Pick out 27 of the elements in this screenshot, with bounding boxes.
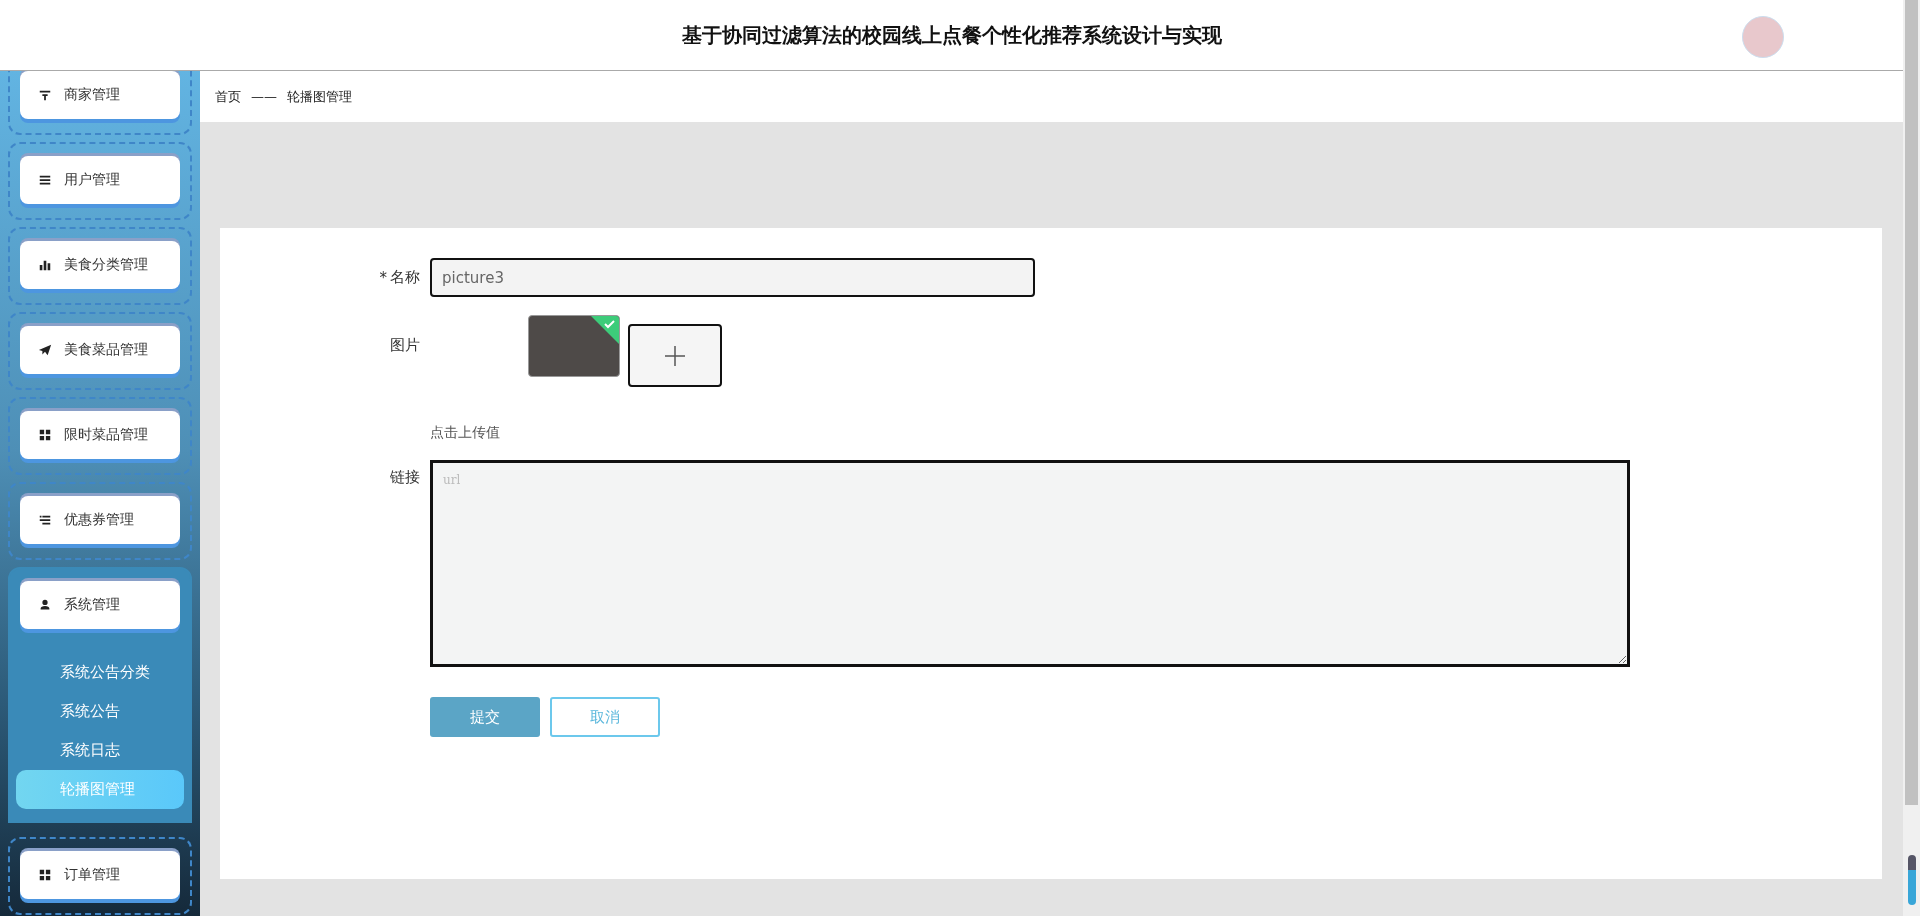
breadcrumb-link[interactable]: 轮播图管理 xyxy=(287,87,352,106)
upload-hint: 点击上传值 xyxy=(430,424,501,442)
menu-item-icon xyxy=(38,428,52,442)
plus-icon xyxy=(664,344,686,367)
link-textarea[interactable]: url xyxy=(430,460,1630,667)
field-label: 链接 xyxy=(390,468,420,487)
menu-item-icon xyxy=(38,598,52,612)
submenu-item[interactable]: 系统日志 xyxy=(16,731,184,770)
menu-item-icon xyxy=(38,868,52,882)
upload-button[interactable] xyxy=(628,324,722,387)
breadcrumb-link[interactable]: 首页 xyxy=(215,87,241,106)
name-input[interactable]: picture3 xyxy=(430,258,1035,297)
menu-item-icon xyxy=(38,513,52,527)
menu-item-icon xyxy=(38,173,52,187)
menu-item-icon xyxy=(38,88,52,102)
field-label: 名称 xyxy=(390,268,420,287)
avatar-circle[interactable] xyxy=(1742,16,1784,58)
menu-item-icon xyxy=(38,258,52,272)
app-title: 基于协同过滤算法的校园线上点餐个性化推荐系统设计与实现 xyxy=(681,21,1222,49)
field-label: 图片 xyxy=(390,335,420,355)
upload-success-icon xyxy=(591,316,619,344)
submenu-item[interactable]: 系统公告分类 xyxy=(16,653,184,692)
menu-item-icon xyxy=(38,343,52,357)
submenu-item[interactable]: 系统公告 xyxy=(16,692,184,731)
required-mark: * xyxy=(379,268,387,287)
scrollbar[interactable] xyxy=(1903,0,1920,916)
breadcrumb-separator: —— xyxy=(251,89,277,104)
